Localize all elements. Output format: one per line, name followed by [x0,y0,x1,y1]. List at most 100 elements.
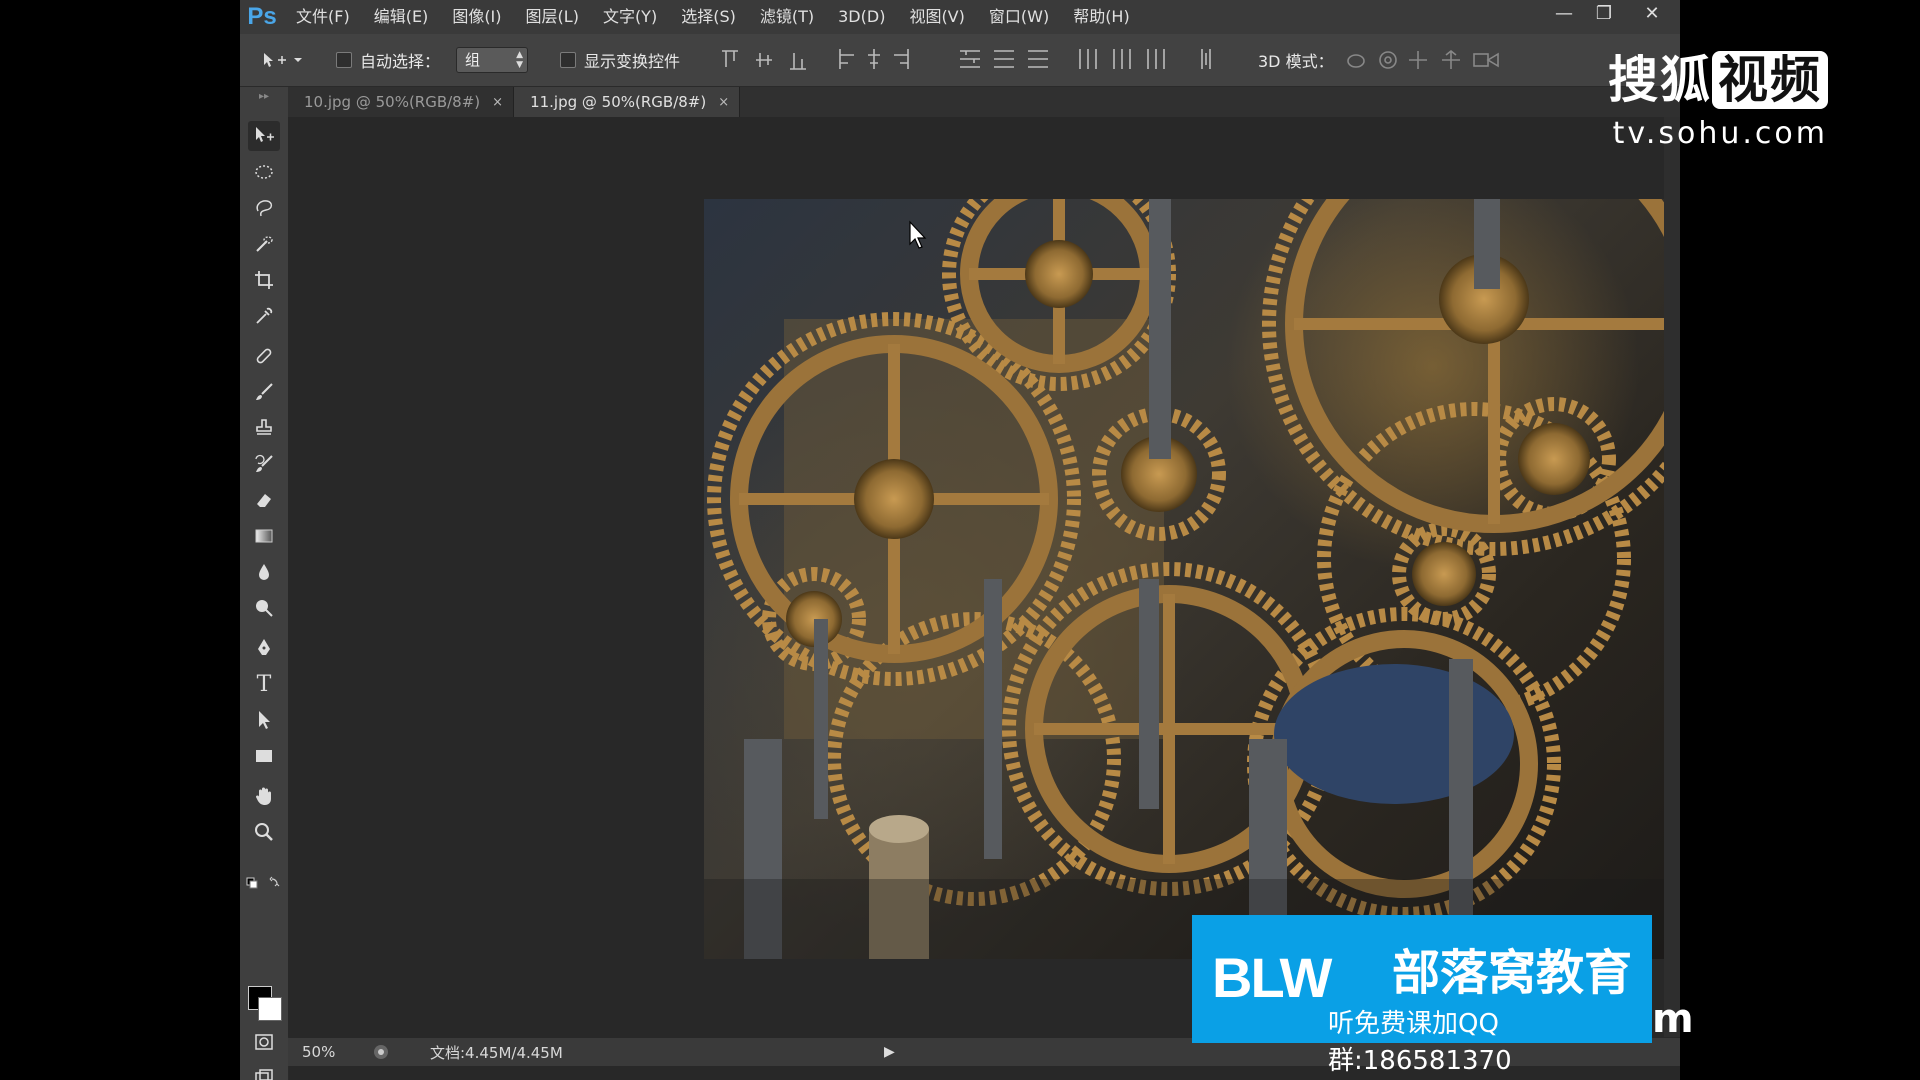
restore-button[interactable]: ❐ [1584,0,1624,26]
blur-icon [259,564,269,580]
ellipse-marquee-icon [255,165,273,179]
blw-subtitle: 听免费课加QQ群:186581370 [1328,1009,1512,1076]
hand-icon [256,787,271,805]
3d-mode-buttons[interactable] [1344,34,1524,86]
tab-label: 11.jpg @ 50%(RGB/8#) [530,93,707,111]
gradient-tool[interactable] [248,521,280,551]
eraser-icon [257,494,271,507]
menu-3d[interactable]: 3D(D) [826,0,897,34]
blw-logo: BLW [1212,946,1332,1009]
healing-brush-tool[interactable] [248,341,280,371]
hand-tool[interactable] [248,781,280,811]
menu-view[interactable]: 视图(V) [897,0,976,34]
options-bar: 自动选择： 组 ▲ ▼ 显示变换控件 3D 模式： [240,34,1680,87]
menu-filter[interactable]: 滤镜(T) [748,0,826,34]
eraser-tool[interactable] [248,485,280,515]
ps-logo: Ps [247,3,277,30]
screen-mode-icon [255,1069,273,1080]
menu-edit[interactable]: 编辑(E) [362,0,441,34]
crop-icon [255,271,273,289]
lasso-tool[interactable] [248,193,280,223]
zoom-icon [255,823,273,841]
show-transform-label: 显示变换控件 [584,52,681,71]
panel-collapse-icon[interactable]: ▸▸ [240,87,288,105]
vertical-scrollbar[interactable] [1664,117,1680,1037]
quick-mask-icon [255,1034,273,1050]
pen-tool[interactable] [248,633,280,663]
canvas-area[interactable] [288,117,1680,1037]
quick-mask-button[interactable] [248,1027,280,1057]
align-distribute-icons [722,49,1211,70]
default-colors-icon[interactable] [246,875,282,889]
background-color-swatch[interactable] [258,997,282,1021]
tab-label: 10.jpg @ 50%(RGB/8#) [304,93,481,111]
window-controls: — ❐ ✕ [1544,0,1680,26]
history-brush-icon [255,454,273,472]
menu-select[interactable]: 选择(S) [669,0,748,34]
status-menu-arrow-icon[interactable]: ▶ [884,1044,895,1060]
gears-photo [704,199,1680,959]
minimize-button[interactable]: — [1544,0,1584,26]
clone-stamp-tool[interactable] [248,413,280,443]
close-button[interactable]: ✕ [1624,0,1680,26]
auto-select-label: 自动选择： [360,52,441,71]
blw-title: 部落窝教育 [1392,945,1633,1001]
brush-tool[interactable] [248,377,280,407]
zoom-level[interactable]: 50% [288,1043,372,1061]
tab-close-icon[interactable]: × [492,95,503,110]
menu-file[interactable]: 文件(F) [284,0,362,34]
quick-select-tool[interactable] [248,229,280,259]
mouse-cursor-icon [909,220,927,249]
path-selection-tool[interactable] [248,705,280,735]
menu-bar: Ps 文件(F) 编辑(E) 图像(I) 图层(L) 文字(Y) 选择(S) 滤… [240,0,1680,34]
rectangle-icon [256,750,272,762]
document-size: 文档:4.45M/4.45M [430,1043,563,1062]
history-brush-tool[interactable] [248,449,280,479]
screen-mode-button[interactable] [248,1063,280,1080]
sohu-title-b: 视频 [1712,51,1828,109]
crop-tool[interactable] [248,265,280,295]
proof-icon [374,1045,388,1059]
move-tool[interactable] [248,121,280,151]
tool-preset-picker[interactable] [260,34,304,86]
3d-mode-icons [1347,49,1499,69]
3d-mode-label: 3D 模式： [1258,52,1334,71]
healing-brush-icon [256,348,272,364]
blur-tool[interactable] [248,557,280,587]
dodge-tool[interactable] [248,593,280,623]
move-icon [256,127,274,142]
sohu-title: 搜狐 视频 [1608,40,1828,112]
menu-window[interactable]: 窗口(W) [977,0,1061,34]
document-image-gears[interactable] [704,199,1680,959]
menu-type[interactable]: 文字(Y) [591,0,669,34]
tab-10-jpg[interactable]: 10.jpg @ 50%(RGB/8#) × [288,87,515,117]
type-tool[interactable]: T [248,669,280,699]
rectangle-tool[interactable] [248,741,280,771]
gradient-icon [255,529,273,543]
tab-11-jpg[interactable]: 11.jpg @ 50%(RGB/8#) × [514,87,741,117]
path-select-icon [259,711,270,729]
show-transform-checkbox[interactable] [560,52,576,68]
menu-layer[interactable]: 图层(L) [514,0,591,34]
marquee-tool[interactable] [248,157,280,187]
tab-close-icon[interactable]: × [718,95,729,110]
dodge-icon [256,600,273,617]
sohu-url: tv.sohu.com [1612,116,1828,151]
type-icon: T [256,671,272,697]
auto-select-checkbox[interactable] [336,52,352,68]
brush-icon [256,383,273,400]
dropdown-arrows-icon: ▲ ▼ [516,50,523,70]
banner-overflow-text: m [1652,996,1694,1042]
sohu-watermark: 搜狐 视频 tv.sohu.com [1608,40,1828,151]
document-tabs: 10.jpg @ 50%(RGB/8#) × 11.jpg @ 50%(RGB/… [288,87,1680,117]
tools-panel: ▸▸ T [240,87,289,1080]
lasso-icon [256,200,273,217]
zoom-tool[interactable] [248,817,280,847]
eyedropper-tool[interactable] [248,301,280,331]
align-buttons [718,34,1680,86]
auto-select-dropdown[interactable]: 组 ▲ ▼ [456,47,528,73]
eyedropper-icon [256,307,273,324]
menu-help[interactable]: 帮助(H) [1061,0,1142,34]
menu-image[interactable]: 图像(I) [440,0,513,34]
stamp-icon [256,419,272,435]
